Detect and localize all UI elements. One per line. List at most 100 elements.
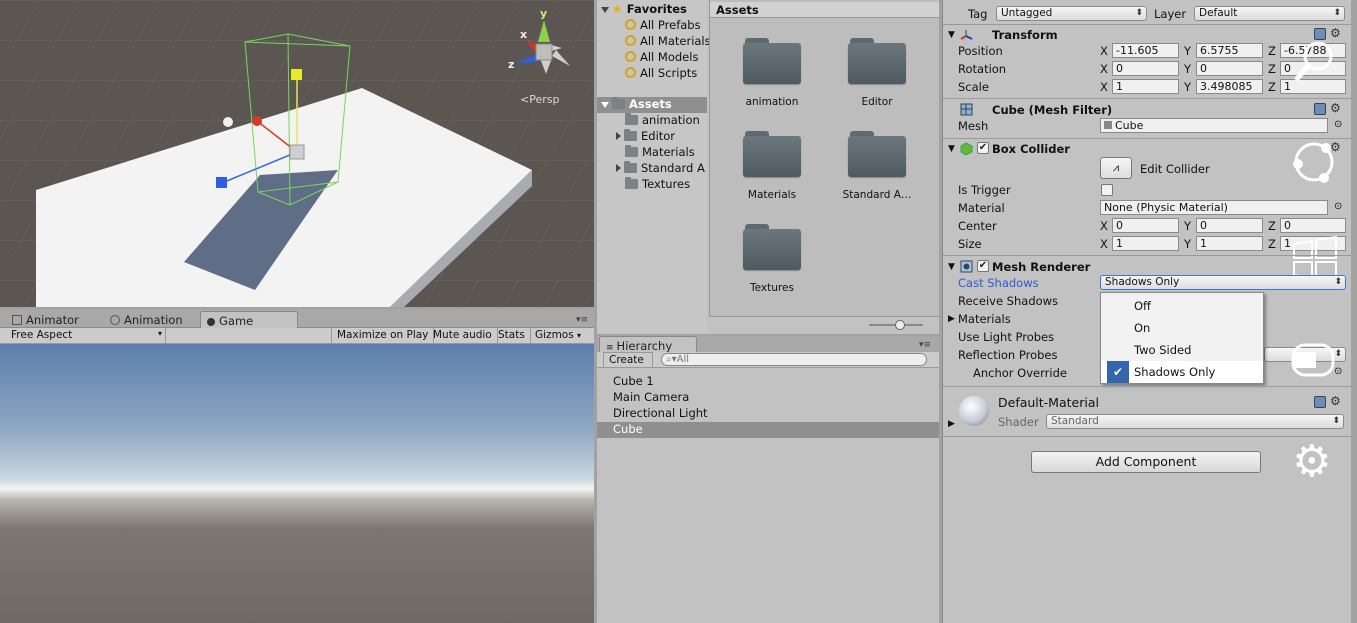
expand-icon[interactable]: [601, 7, 609, 13]
layer-dropdown[interactable]: Default: [1194, 6, 1345, 21]
panel-menu-icon[interactable]: ▾≡: [576, 315, 588, 325]
center-label: Center: [958, 219, 997, 233]
object-picker-icon[interactable]: ⊙: [1334, 201, 1342, 212]
y-axis-cube[interactable]: [291, 69, 302, 80]
axis-z-label: Z: [1268, 44, 1276, 58]
tree-folder[interactable]: Textures: [625, 177, 690, 193]
tree-folder[interactable]: animation: [625, 113, 700, 129]
is-trigger-checkbox[interactable]: [1101, 184, 1113, 196]
center-handle[interactable]: [289, 144, 305, 160]
zoom-slider-handle[interactable]: [895, 320, 905, 330]
edit-collider-label: Edit Collider: [1140, 162, 1210, 176]
folder-label: Editor: [861, 96, 893, 108]
aspect-dropdown[interactable]: Free Aspect ▾: [6, 328, 166, 344]
favorite-item[interactable]: All Prefabs: [625, 18, 701, 34]
tag-dropdown[interactable]: Untagged: [996, 6, 1147, 21]
hierarchy-item[interactable]: Directional Light: [597, 406, 939, 422]
mesh-label: Mesh: [958, 119, 989, 133]
menu-item-two-sided[interactable]: Two Sided: [1101, 339, 1263, 361]
box-collider-enabled-checkbox[interactable]: ✔: [977, 142, 989, 154]
scale-y-field[interactable]: 3.498085: [1196, 79, 1263, 94]
rotation-y-field[interactable]: 0: [1196, 61, 1263, 76]
expand-icon[interactable]: ▶: [948, 314, 955, 324]
scene-canvas[interactable]: y x z: [0, 0, 594, 307]
z-axis-cube[interactable]: [216, 177, 227, 188]
favorites-node[interactable]: ★ Favorites: [601, 2, 687, 18]
add-component-button[interactable]: Add Component: [1031, 451, 1261, 473]
scene-view[interactable]: y x z <Persp: [0, 0, 594, 307]
folder-textures[interactable]: [743, 224, 801, 270]
axis-z-label: Z: [1268, 80, 1276, 94]
panel-menu-icon[interactable]: ▾≡: [919, 340, 931, 350]
hierarchy-item[interactable]: Cube: [597, 422, 939, 438]
mesh-field[interactable]: Cube: [1100, 118, 1328, 133]
persp-label[interactable]: <Persp: [520, 93, 559, 106]
tab-game[interactable]: Game: [200, 311, 298, 328]
center-z-field[interactable]: 0: [1280, 218, 1346, 233]
mesh-renderer-enabled-checkbox[interactable]: ✔: [977, 260, 989, 272]
help-icon[interactable]: [1314, 396, 1326, 408]
folder-standard-assets[interactable]: [848, 131, 906, 177]
collapse-icon[interactable]: ▼: [948, 30, 955, 40]
create-dropdown[interactable]: Create ▾: [603, 352, 653, 377]
expand-icon[interactable]: [601, 102, 609, 108]
position-y-field[interactable]: 6.5755: [1196, 43, 1263, 58]
expand-icon[interactable]: [616, 132, 621, 140]
cast-shadows-dropdown[interactable]: Shadows Only: [1100, 275, 1346, 290]
center-y-field[interactable]: 0: [1196, 218, 1263, 233]
shader-label: Shader: [998, 415, 1039, 429]
gear-icon[interactable]: ⚙: [1330, 394, 1341, 408]
menu-item-off[interactable]: Off: [1101, 295, 1263, 317]
search-icon: [625, 51, 636, 62]
expand-icon[interactable]: ▶: [948, 419, 955, 429]
menu-item-on[interactable]: On: [1101, 317, 1263, 339]
position-x-field[interactable]: -11.605: [1112, 43, 1179, 58]
favorite-item[interactable]: All Materials: [625, 34, 711, 50]
size-y-field[interactable]: 1: [1196, 236, 1263, 251]
gear-icon[interactable]: ⚙: [1330, 101, 1341, 115]
folder-materials[interactable]: [743, 131, 801, 177]
tree-folder[interactable]: Standard A: [616, 161, 706, 177]
game-view[interactable]: [0, 344, 594, 623]
hierarchy-search-input[interactable]: ⌕▾All: [661, 353, 927, 366]
folder-editor[interactable]: [848, 38, 906, 84]
collapse-icon[interactable]: ▼: [948, 144, 955, 154]
assets-node[interactable]: Assets: [597, 97, 707, 113]
tab-hierarchy[interactable]: ≡ Hierarchy: [599, 336, 697, 353]
stats-toggle[interactable]: Stats: [493, 328, 531, 344]
tab-animation[interactable]: Animation: [104, 311, 189, 328]
materials-label[interactable]: Materials: [958, 312, 1011, 326]
shader-dropdown[interactable]: Standard: [1046, 414, 1344, 429]
dropdown-arrow-icon: ▾: [577, 331, 582, 340]
folder-animation[interactable]: [743, 38, 801, 84]
mesh-filter-title: Cube (Mesh Filter): [992, 103, 1113, 117]
assets-breadcrumb[interactable]: Assets: [710, 2, 939, 18]
help-icon[interactable]: [1314, 103, 1326, 115]
favorite-item[interactable]: All Scripts: [625, 66, 697, 82]
expand-icon[interactable]: [616, 164, 621, 172]
mute-audio-toggle[interactable]: Mute audio: [428, 328, 498, 344]
scale-x-field[interactable]: 1: [1112, 79, 1179, 94]
collapse-icon[interactable]: ▼: [948, 262, 955, 272]
axis-y-label: Y: [1184, 80, 1192, 94]
menu-item-shadows-only[interactable]: ✔ Shadows Only: [1101, 361, 1263, 383]
center-x-field[interactable]: 0: [1112, 218, 1179, 233]
gizmos-dropdown[interactable]: Gizmos ▾: [530, 328, 586, 344]
favorite-item[interactable]: All Models: [625, 50, 698, 66]
x-axis-cube[interactable]: [252, 116, 262, 126]
light-icon[interactable]: [223, 117, 233, 127]
maximize-on-play-toggle[interactable]: Maximize on Play: [331, 328, 435, 344]
hierarchy-item[interactable]: Cube 1: [597, 374, 939, 390]
physic-material-field[interactable]: None (Physic Material): [1100, 200, 1328, 215]
rotation-x-field[interactable]: 0: [1112, 61, 1179, 76]
size-x-field[interactable]: 1: [1112, 236, 1179, 251]
checkmark-icon: ✔: [1107, 361, 1129, 383]
assets-footer: [709, 316, 939, 334]
hierarchy-item[interactable]: Main Camera: [597, 390, 939, 406]
tree-folder[interactable]: Editor: [616, 129, 675, 145]
object-picker-icon[interactable]: ⊙: [1334, 119, 1342, 130]
edit-collider-button[interactable]: ⩘: [1100, 157, 1132, 179]
tree-folder[interactable]: Materials: [625, 145, 695, 161]
tab-animator[interactable]: Animator: [6, 311, 85, 328]
magnifier-icon: [1294, 41, 1333, 82]
